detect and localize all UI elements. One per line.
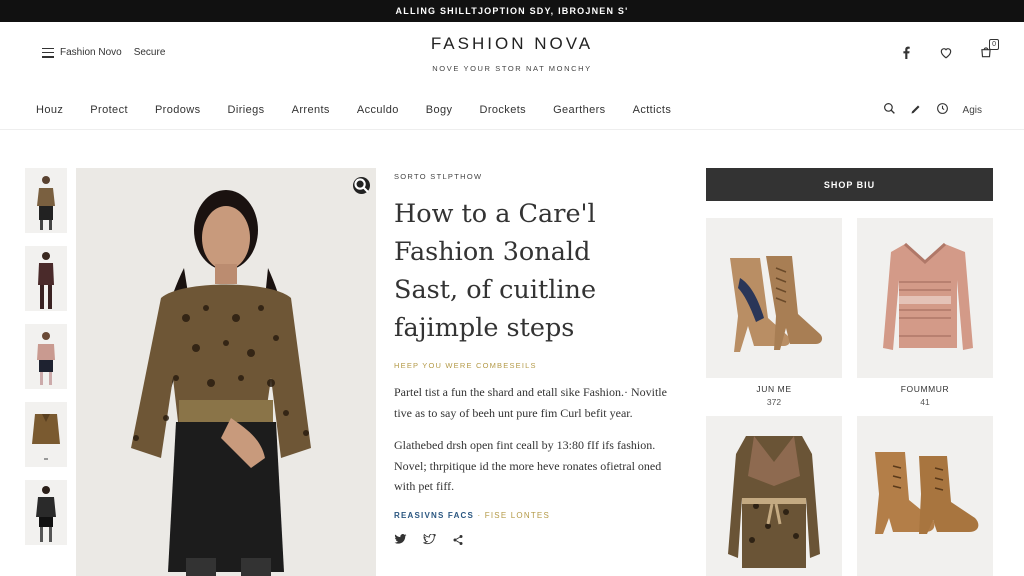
product-card-3[interactable] (706, 416, 842, 576)
thumbnail-2[interactable] (25, 246, 67, 311)
article-headline: How to a Care'l Fashion 3onald Sast, of … (394, 195, 684, 347)
nav-tools: Agis (883, 102, 982, 118)
cart-count-badge: 0 (989, 39, 999, 50)
main-nav: Houz Protect Prodows Diriegs Arrents Acc… (0, 92, 1024, 130)
announcement-bar: ALLING SHILLTJOPTION SDY, IBROJNEN S' (0, 0, 1024, 22)
zoom-icon[interactable] (353, 177, 370, 194)
product-name: FOUMMUR (900, 384, 950, 394)
article: SORTO STLPTHOW How to a Care'l Fashion 3… (394, 172, 684, 549)
product-card-2[interactable]: FOUMMUR 41 (857, 218, 993, 407)
share-icon[interactable] (452, 534, 464, 549)
headline-line-3: Sast, of cuitline (394, 275, 597, 305)
product-card-4[interactable] (857, 416, 993, 576)
thumbnail-1[interactable] (25, 168, 67, 233)
header-icons: 0 (898, 39, 999, 60)
tag-secondary[interactable]: · FISE LONTES (474, 511, 550, 520)
headline-line-1: How to a Care'l (394, 199, 596, 229)
shop-button[interactable]: SHOP BIU (706, 168, 993, 201)
brand-logo[interactable]: FASHION NOVA (0, 34, 1024, 54)
product-image-ankle-boots[interactable] (857, 416, 993, 576)
brand-tagline: NOVE YOUR STOR NAT MONCHY (432, 64, 592, 73)
product-price: 372 (766, 397, 782, 407)
nav-item-protect[interactable]: Protect (90, 104, 128, 116)
product-card-1[interactable]: JUN ME 372 (706, 218, 842, 407)
account-label[interactable]: Agis (963, 105, 982, 116)
twitter-icon[interactable] (394, 533, 407, 549)
nav-item-arrents[interactable]: Arrents (292, 104, 330, 116)
nav-item-acculdo[interactable]: Acculdo (357, 104, 399, 116)
site-header: Fashion Novo Secure FASHION NOVA NOVE YO… (0, 22, 1024, 92)
nav-item-actticts[interactable]: Actticts (633, 104, 672, 116)
headline-line-4: fajimple steps (394, 313, 575, 343)
nav-items: Houz Protect Prodows Diriegs Arrents Acc… (36, 104, 671, 116)
article-subheading: HEEP YOU WERE COMBESEILS (394, 361, 537, 370)
thumbnail-3[interactable] (25, 324, 67, 389)
nav-item-houz[interactable]: Houz (36, 104, 63, 116)
pen-icon[interactable] (910, 103, 922, 118)
nav-item-gearthers[interactable]: Gearthers (553, 104, 606, 116)
nav-item-prodows[interactable]: Prodows (155, 104, 201, 116)
cart-icon[interactable]: 0 (978, 39, 999, 60)
product-image-coat[interactable] (706, 416, 842, 576)
thumbnail-5[interactable] (25, 480, 67, 545)
article-eyebrow: SORTO STLPTHOW (394, 172, 483, 181)
thumbnail-gallery (25, 168, 67, 558)
nav-item-bogy[interactable]: Bogy (426, 104, 453, 116)
facebook-icon[interactable] (898, 44, 914, 60)
clock-icon[interactable] (936, 102, 949, 118)
thumbnail-4[interactable] (25, 402, 67, 467)
bird-icon[interactable] (423, 532, 436, 549)
headline-line-2: Fashion 3onald (394, 237, 591, 267)
product-image-boots[interactable] (706, 218, 842, 378)
search-icon[interactable] (883, 102, 896, 118)
social-share (394, 532, 684, 549)
hero-product-image[interactable] (76, 168, 376, 576)
article-paragraph-2: Glathebed drsh open fint ceall by 13:80 … (394, 438, 662, 493)
brand: FASHION NOVA NOVE YOUR STOR NAT MONCHY (0, 34, 1024, 73)
announcement-text: ALLING SHILLTJOPTION SDY, IBROJNEN S' (395, 6, 629, 16)
product-price: 41 (920, 397, 930, 407)
product-image-sweater[interactable] (857, 218, 993, 378)
heart-icon[interactable] (938, 44, 954, 60)
tag-primary[interactable]: REASIVNS FACS (394, 511, 474, 520)
product-name: JUN ME (756, 384, 792, 394)
nav-item-drockets[interactable]: Drockets (479, 104, 526, 116)
article-paragraph-1: Partel tist a fun the shard and etall si… (394, 385, 667, 420)
nav-item-diriegs[interactable]: Diriegs (228, 104, 265, 116)
article-tags: REASIVNS FACS · FISE LONTES (394, 511, 684, 520)
